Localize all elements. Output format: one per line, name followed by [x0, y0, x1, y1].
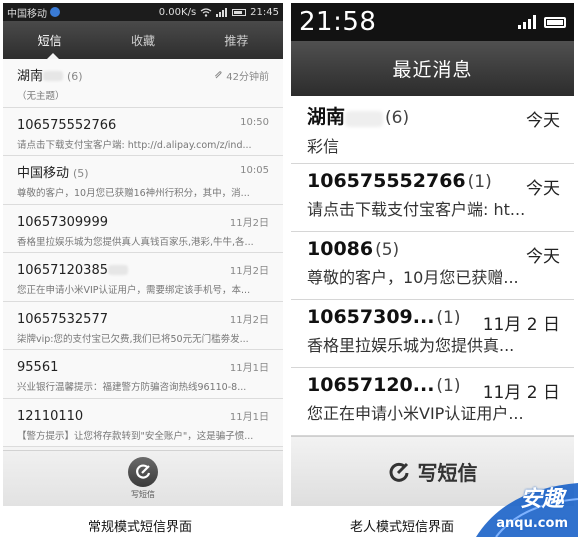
list-item[interactable]: 10657120... (1) 11月 2 日 您正在申请小米VIP认证用户...	[291, 368, 574, 436]
timestamp: 11月 2 日	[482, 315, 560, 335]
caption-standard-mode: 常规模式短信界面	[88, 520, 193, 535]
list-item[interactable]: 10657120385 11月2日 您正在申请小米VIP认证用户，需要绑定该手机…	[3, 253, 283, 302]
watermark-url: anqu.com	[496, 516, 568, 531]
preview-text: （无主题）	[17, 91, 65, 102]
compose-icon	[128, 457, 158, 487]
status-bar: 中国移动 0.00K/s 21:45	[3, 3, 283, 21]
caption-elderly-mode: 老人模式短信界面	[350, 520, 455, 535]
sender: 106575552766	[307, 170, 466, 192]
preview-text: 柒牌vip:您的支付宝已欠费,我们已将50元无门槛劵发...	[17, 333, 249, 345]
tab-favorites[interactable]: 收藏	[96, 21, 189, 59]
watermark-logo: 安趣 anqu.com	[466, 479, 578, 537]
sender: 10086	[307, 238, 374, 260]
timestamp: 11月1日	[229, 411, 269, 423]
redacted-blur	[43, 70, 64, 81]
unread-count: (1)	[436, 308, 461, 328]
preview-text: 【警方提示】让您将存款转到"安全账户"，这是骗子惯...	[17, 430, 254, 442]
list-item[interactable]: 106575552766 10:50 请点击下载支付宝客户端: http://d…	[3, 108, 283, 156]
timestamp: 11月 2 日	[482, 383, 560, 403]
preview-text: 香格里拉娱乐城为您提供真人真钱百家乐,港彩,牛牛,各...	[17, 236, 254, 248]
unread-count: (1)	[467, 172, 492, 192]
timestamp: 11月2日	[229, 314, 269, 326]
carrier-label: 中国移动	[7, 8, 47, 20]
signal-icon	[216, 7, 228, 17]
list-item[interactable]: 10657309... (1) 11月 2 日 香格里拉娱乐城为您提供真...	[291, 300, 574, 368]
list-item[interactable]: 10086 (5) 今天 尊敬的客户，10月您已获赠...	[291, 232, 574, 300]
timestamp: 今天	[526, 247, 560, 267]
preview-text: 彩信	[307, 137, 340, 156]
list-item[interactable]: 湖南 (6) 42分钟前 （无主题）	[3, 59, 283, 108]
compose-button[interactable]: 写短信	[3, 450, 283, 506]
message-list: 湖南 (6) 今天 彩信 106575552766 (1) 今天 请点击下载支付宝客…	[291, 96, 574, 436]
timestamp: 11月2日	[229, 266, 269, 277]
list-item[interactable]: 12110110 11月1日 【警方提示】让您将存款转到"安全账户"，这是骗子惯…	[3, 399, 283, 447]
unread-count: (6)	[385, 108, 410, 128]
preview-text: 兴业银行温馨提示：福建警方防骗咨询热线96110-8...	[17, 382, 247, 393]
preview-text: 香格里拉娱乐城为您提供真...	[307, 336, 515, 355]
compose-icon	[389, 462, 408, 482]
tab-bar: 短信 收藏 推荐	[3, 21, 283, 59]
sender: 湖南	[307, 106, 346, 128]
sender: 95561	[17, 360, 59, 375]
preview-text: 请点击下载支付宝客户端: ht...	[307, 200, 526, 219]
redacted-blur	[107, 264, 128, 275]
sender: 10657120385	[17, 263, 108, 278]
preview-text: 请点击下载支付宝客户端: http://d.alipay.com/z/ind..…	[17, 139, 252, 151]
list-item[interactable]: 10657532577 11月2日 柒牌vip:您的支付宝已欠费,我们已将50元…	[3, 302, 283, 350]
preview-text: 您正在申请小米VIP认证用户，需要绑定该手机号，本...	[17, 285, 251, 296]
preview-text: 尊敬的客户，10月您已获赠...	[307, 268, 519, 287]
elderly-mode-screen: 21:58 最近消息 湖南 (6) 今天 彩信 106575552766 (1) 今…	[291, 3, 574, 506]
unread-count: (1)	[436, 376, 461, 396]
unread-count: (6)	[67, 70, 83, 83]
redacted-blur	[345, 110, 384, 127]
sender: 12110110	[17, 408, 84, 424]
qq-icon	[50, 7, 60, 17]
list-item[interactable]: 湖南 (6) 今天 彩信	[291, 96, 574, 164]
list-item[interactable]: 106575552766 (1) 今天 请点击下载支付宝客户端: ht...	[291, 164, 574, 232]
unread-count: (5)	[375, 240, 400, 260]
battery-icon	[232, 8, 247, 16]
compose-label: 写短信	[131, 490, 155, 499]
sender: 106575552766	[17, 117, 117, 133]
list-item[interactable]: 95561 11月1日 兴业银行温馨提示：福建警方防骗咨询热线96110-8..…	[3, 350, 283, 399]
timestamp: 11月1日	[229, 363, 269, 374]
timestamp: 11月2日	[229, 217, 269, 229]
list-item[interactable]: 10657309999 11月2日 香格里拉娱乐城为您提供真人真钱百家乐,港彩,…	[3, 205, 283, 253]
sender: 中国移动	[17, 166, 70, 181]
sender: 10657309...	[307, 306, 435, 328]
sender: 湖南	[17, 69, 44, 84]
list-item[interactable]: 中国移动 (5) 10:05 尊敬的客户，10月您已获赠16神州行积分，其中，消.…	[3, 156, 283, 205]
timestamp: 10:05	[240, 165, 269, 176]
sender: 10657532577	[17, 311, 108, 327]
paperclip-icon	[215, 71, 222, 79]
timestamp: 10:50	[240, 116, 269, 128]
sender: 10657309999	[17, 214, 108, 230]
wifi-icon	[200, 7, 212, 17]
timestamp: 今天	[526, 111, 560, 131]
message-list: 湖南 (6) 42分钟前 （无主题） 106575552766 10:50 请点击…	[3, 59, 283, 447]
preview-text: 尊敬的客户，10月您已获赠16神州行积分，其中，消...	[17, 188, 250, 199]
signal-icon	[518, 15, 536, 29]
network-speed: 0.00K/s	[158, 6, 197, 18]
status-time: 21:58	[299, 7, 377, 37]
timestamp: 42分钟前	[226, 72, 269, 83]
preview-text: 您正在申请小米VIP认证用户...	[307, 404, 524, 423]
sender: 10657120...	[307, 374, 435, 396]
status-time: 21:45	[250, 6, 279, 18]
unread-count: (5)	[73, 167, 89, 180]
page-title: 最近消息	[291, 41, 574, 96]
tab-recommended[interactable]: 推荐	[190, 21, 283, 59]
watermark-text: 安趣	[519, 487, 564, 512]
battery-icon	[544, 16, 566, 28]
status-bar: 21:58	[291, 3, 574, 41]
timestamp: 今天	[526, 179, 560, 199]
standard-mode-screen: 中国移动 0.00K/s 21:45 短信 收藏 推荐 湖南 (6) 42分钟前 …	[3, 3, 283, 506]
